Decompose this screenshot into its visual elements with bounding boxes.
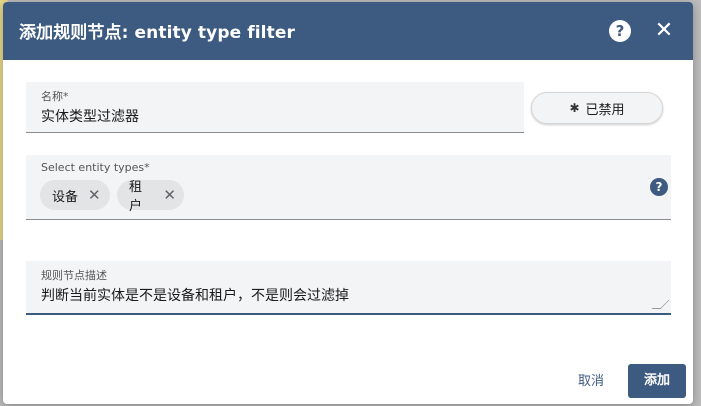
disabled-toggle-label: 已禁用 <box>585 102 625 118</box>
dialog-header: 添加规则节点: entity type filter ? ✕ <box>3 2 693 60</box>
resize-handle-icon[interactable] <box>651 300 670 309</box>
bug-icon: ✱ <box>569 101 580 115</box>
chip-device[interactable]: 设备 ✕ <box>40 180 110 210</box>
chip-device-label: 设备 <box>52 189 79 205</box>
entity-types-label: Select entity types* <box>41 161 150 174</box>
description-field-label: 规则节点描述 <box>41 269 107 282</box>
description-field-value[interactable]: 判断当前实体是不是设备和租户，不是则会过滤掉 <box>41 285 349 305</box>
close-icon[interactable]: ✕ <box>652 17 676 45</box>
entity-types-field[interactable]: Select entity types* 设备 ✕ 租户 ✕ <box>26 155 671 220</box>
chip-device-remove-icon[interactable]: ✕ <box>88 187 101 203</box>
chip-tenant-remove-icon[interactable]: ✕ <box>163 187 176 203</box>
add-button[interactable]: 添加 <box>628 364 686 398</box>
add-rule-node-dialog: 添加规则节点: entity type filter ? ✕ 名称* 实体类型过… <box>3 2 693 404</box>
entity-types-help-icon[interactable]: ? <box>650 178 668 196</box>
name-field[interactable]: 名称* 实体类型过滤器 <box>26 82 524 133</box>
description-field[interactable]: 规则节点描述 判断当前实体是不是设备和租户，不是则会过滤掉 <box>26 261 671 315</box>
chip-tenant-label: 租户 <box>129 180 143 214</box>
dialog-title: 添加规则节点: entity type filter <box>19 23 295 43</box>
help-icon[interactable]: ? <box>609 20 631 42</box>
name-field-label: 名称* <box>41 90 69 103</box>
name-field-value[interactable]: 实体类型过滤器 <box>41 106 139 126</box>
cancel-button[interactable]: 取消 <box>569 364 613 400</box>
chip-tenant[interactable]: 租户 ✕ <box>117 180 184 214</box>
disabled-toggle-button[interactable]: ✱ 已禁用 <box>531 92 663 124</box>
